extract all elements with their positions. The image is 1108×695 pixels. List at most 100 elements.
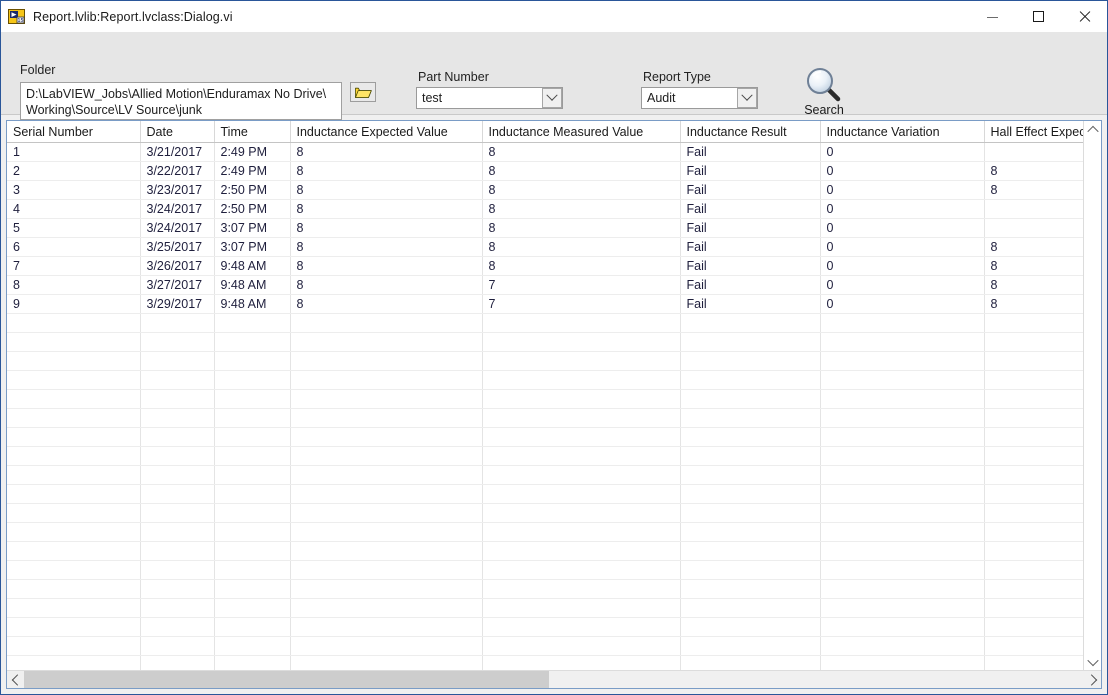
table-cell[interactable]: 8 (984, 294, 1083, 314)
table-row[interactable]: 6 3/25/2017 3:07 PM 8 8 Fail 0 8 (7, 237, 1083, 257)
table-cell-empty[interactable] (482, 541, 681, 561)
table-cell-empty[interactable] (984, 465, 1083, 485)
table-row[interactable]: 8 3/27/2017 9:48 AM 8 7 Fail 0 8 (7, 275, 1083, 295)
chevron-down-icon[interactable] (542, 88, 562, 108)
table-cell[interactable] (984, 142, 1083, 162)
table-cell-empty[interactable] (290, 503, 483, 523)
table-cell[interactable]: 2:49 PM (214, 142, 291, 162)
table-cell-empty[interactable] (984, 370, 1083, 390)
table-cell[interactable]: 3/23/2017 (140, 180, 215, 200)
table-cell-empty[interactable] (984, 389, 1083, 409)
table-cell-empty[interactable] (140, 484, 215, 504)
table-cell-empty[interactable] (290, 313, 483, 333)
vertical-scroll-track[interactable] (1084, 138, 1101, 653)
table-cell-empty[interactable] (7, 465, 141, 485)
table-cell-empty[interactable] (140, 598, 215, 618)
table-cell[interactable]: 4 (7, 199, 141, 219)
table-cell-empty[interactable] (680, 541, 821, 561)
table-cell-empty[interactable] (984, 598, 1083, 618)
table-cell[interactable]: Fail (680, 180, 821, 200)
table-cell-empty[interactable] (290, 617, 483, 637)
table-cell-empty[interactable] (820, 655, 985, 670)
table-cell[interactable]: 7 (482, 275, 681, 295)
table-cell-empty[interactable] (680, 370, 821, 390)
table-cell-empty[interactable] (7, 446, 141, 466)
table-cell-empty[interactable] (7, 313, 141, 333)
table-cell[interactable]: 3/24/2017 (140, 218, 215, 238)
table-cell[interactable]: Fail (680, 142, 821, 162)
table-row-empty[interactable] (7, 636, 1083, 656)
table-cell[interactable]: 8 (482, 142, 681, 162)
part-number-select[interactable]: test (416, 87, 563, 109)
close-button[interactable] (1061, 1, 1107, 32)
table-row[interactable]: 9 3/29/2017 9:48 AM 8 7 Fail 0 8 (7, 294, 1083, 314)
table-cell-empty[interactable] (7, 503, 141, 523)
table-cell-empty[interactable] (820, 617, 985, 637)
table-cell[interactable]: 8 (482, 199, 681, 219)
table-cell-empty[interactable] (820, 541, 985, 561)
column-header[interactable]: Inductance Variation (820, 121, 985, 143)
table-cell-empty[interactable] (214, 579, 291, 599)
table-row[interactable]: 3 3/23/2017 2:50 PM 8 8 Fail 0 8 (7, 180, 1083, 200)
table-cell[interactable]: 3/26/2017 (140, 256, 215, 276)
table-cell[interactable]: 8 (290, 180, 483, 200)
chevron-down-icon[interactable] (737, 88, 757, 108)
table-row-empty[interactable] (7, 579, 1083, 599)
table-row-empty[interactable] (7, 522, 1083, 542)
table-cell-empty[interactable] (7, 541, 141, 561)
table-cell-empty[interactable] (290, 389, 483, 409)
vertical-scrollbar[interactable] (1083, 121, 1101, 670)
table-cell-empty[interactable] (214, 484, 291, 504)
table-cell-empty[interactable] (482, 655, 681, 670)
column-header[interactable]: Serial Number (7, 121, 141, 143)
table-cell[interactable]: 0 (820, 294, 985, 314)
table-cell[interactable]: 8 (482, 161, 681, 181)
table-cell-empty[interactable] (7, 351, 141, 371)
table-cell-empty[interactable] (680, 427, 821, 447)
maximize-button[interactable] (1015, 1, 1061, 32)
table-cell-empty[interactable] (7, 484, 141, 504)
table-row-empty[interactable] (7, 332, 1083, 352)
table-cell[interactable]: 2:49 PM (214, 161, 291, 181)
search-button[interactable]: Search (796, 66, 852, 122)
table-cell-empty[interactable] (140, 522, 215, 542)
column-header[interactable]: Date (140, 121, 215, 143)
table-cell-empty[interactable] (140, 389, 215, 409)
table-cell-empty[interactable] (984, 522, 1083, 542)
table-cell-empty[interactable] (984, 427, 1083, 447)
table-row[interactable]: 5 3/24/2017 3:07 PM 8 8 Fail 0 (7, 218, 1083, 238)
table-row-empty[interactable] (7, 655, 1083, 670)
table-cell-empty[interactable] (140, 655, 215, 670)
table-cell-empty[interactable] (140, 465, 215, 485)
table-cell-empty[interactable] (482, 617, 681, 637)
table-cell-empty[interactable] (680, 351, 821, 371)
horizontal-scroll-track[interactable] (24, 671, 1084, 688)
table-cell[interactable]: 7 (482, 294, 681, 314)
table-cell[interactable]: 9:48 AM (214, 275, 291, 295)
table-cell-empty[interactable] (214, 522, 291, 542)
table-cell[interactable]: 8 (984, 256, 1083, 276)
table-cell-empty[interactable] (290, 427, 483, 447)
table-cell-empty[interactable] (680, 389, 821, 409)
table-cell[interactable]: 8 (984, 180, 1083, 200)
table-cell[interactable]: 0 (820, 161, 985, 181)
table-cell-empty[interactable] (482, 313, 681, 333)
table-cell-empty[interactable] (214, 351, 291, 371)
table-cell-empty[interactable] (482, 560, 681, 580)
table-cell[interactable]: 5 (7, 218, 141, 238)
table-cell-empty[interactable] (7, 617, 141, 637)
table-cell-empty[interactable] (290, 579, 483, 599)
table-cell[interactable]: Fail (680, 218, 821, 238)
table-cell-empty[interactable] (680, 560, 821, 580)
table-cell[interactable]: 3:07 PM (214, 237, 291, 257)
table-cell-empty[interactable] (482, 408, 681, 428)
table-cell[interactable]: 2:50 PM (214, 199, 291, 219)
table-cell[interactable]: Fail (680, 294, 821, 314)
table-cell[interactable] (984, 218, 1083, 238)
scroll-down-arrow[interactable] (1084, 653, 1101, 670)
table-cell[interactable]: Fail (680, 237, 821, 257)
table-cell-empty[interactable] (680, 579, 821, 599)
table-row-empty[interactable] (7, 541, 1083, 561)
table-cell[interactable]: 0 (820, 275, 985, 295)
table-cell-empty[interactable] (140, 408, 215, 428)
